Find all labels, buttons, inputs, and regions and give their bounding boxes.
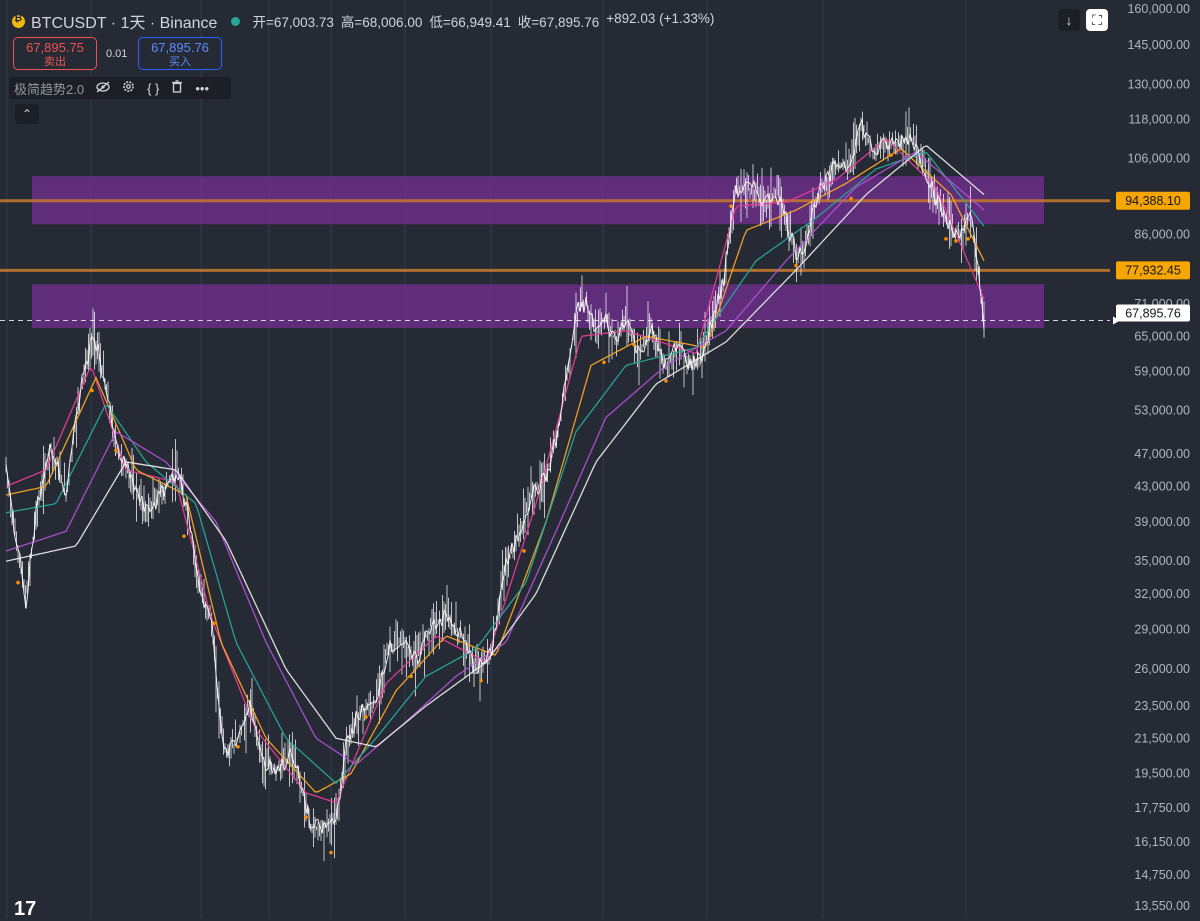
signal-dot xyxy=(966,237,970,241)
signal-dot xyxy=(304,815,308,820)
signal-dot xyxy=(409,674,413,679)
price-axis: 160,000.00 145,000.00 130,000.00 118,000.00… xyxy=(1127,2,1190,913)
signal-dot xyxy=(329,850,333,855)
y-tick-label: 23,500.00 xyxy=(1134,699,1190,713)
y-tick-label: 160,000.00 xyxy=(1127,2,1190,16)
ohlc-values: 开=67,003.73 高=68,006.00 低=66,949.41 收=67… xyxy=(252,11,714,31)
session-band xyxy=(602,0,604,918)
download-button[interactable]: ↓ xyxy=(1058,9,1080,31)
signal-dot xyxy=(849,196,853,201)
session-band xyxy=(404,0,406,918)
close-value: 收=67,895.76 xyxy=(517,15,600,30)
signal-dot xyxy=(954,239,958,243)
market-status-dot xyxy=(231,16,241,26)
y-tick-label: 65,000.00 xyxy=(1134,329,1190,343)
y-tick-label: 47,000.00 xyxy=(1134,447,1190,461)
zone-rect xyxy=(32,284,1044,328)
signal-dot xyxy=(729,204,733,208)
moving-average-line xyxy=(5,151,985,785)
signal-dot xyxy=(182,534,186,538)
moving-averages xyxy=(5,138,985,804)
bitcoin-icon xyxy=(12,13,25,28)
signal-dot xyxy=(114,448,118,453)
eye-off-icon[interactable] xyxy=(96,81,110,96)
sell-label: 卖出 xyxy=(44,56,66,68)
y-tick-label: 53,000.00 xyxy=(1134,403,1190,417)
y-tick-label: 29,000.00 xyxy=(1134,623,1190,637)
sell-button[interactable]: 67,895.75 卖出 xyxy=(13,37,97,70)
indicator-name[interactable]: 极简趋势2.0 xyxy=(14,79,84,98)
collapse-button[interactable]: ⌃ xyxy=(15,104,39,124)
level-price-text: 94,388.10 xyxy=(1125,194,1181,208)
session-band xyxy=(822,0,824,918)
session-band xyxy=(965,0,967,918)
gear-icon[interactable] xyxy=(122,80,135,96)
signal-dot xyxy=(90,388,94,393)
change-value: +892.03 (+1.33%) xyxy=(606,11,715,26)
signal-dot xyxy=(212,621,216,626)
open-value: 开=67,003.73 xyxy=(252,15,334,30)
buy-label: 买入 xyxy=(169,56,191,68)
session-band xyxy=(90,0,92,918)
y-tick-label: 39,000.00 xyxy=(1134,515,1190,529)
session-band xyxy=(200,0,202,918)
y-tick-label: 13,550.00 xyxy=(1134,899,1190,913)
moving-average-line xyxy=(5,145,985,748)
signal-dot xyxy=(364,715,368,719)
indicator-bar: 极简趋势2.0 { } ••• xyxy=(9,77,231,99)
current-price-text: 67,895.76 xyxy=(1125,306,1181,320)
session-band xyxy=(490,0,492,918)
moving-average-line xyxy=(5,148,985,793)
symbol-title[interactable]: BTCUSDT · 1天 · Binance xyxy=(31,9,217,33)
supply-demand-zones xyxy=(32,176,1044,328)
signal-dot xyxy=(522,549,526,553)
level-price-text: 77,932.45 xyxy=(1125,263,1181,277)
chart-header: BTCUSDT · 1天 · Binance 开=67,003.73 高=68,… xyxy=(12,10,714,32)
y-tick-label: 59,000.00 xyxy=(1134,364,1190,378)
signal-dot xyxy=(664,379,668,383)
signal-dot xyxy=(632,342,636,347)
signal-dot xyxy=(236,745,240,749)
braces-icon[interactable]: { } xyxy=(147,81,159,96)
y-tick-label: 14,750.00 xyxy=(1134,868,1190,882)
y-tick-label: 43,000.00 xyxy=(1134,479,1190,493)
signal-dot xyxy=(479,678,483,683)
y-tick-label: 19,500.00 xyxy=(1134,767,1190,781)
y-tick-label: 16,150.00 xyxy=(1134,835,1190,849)
signal-dot xyxy=(889,153,893,157)
y-tick-label: 86,000.00 xyxy=(1134,228,1190,242)
fullscreen-button[interactable]: ⛶ xyxy=(1086,9,1108,31)
y-tick-label: 106,000.00 xyxy=(1127,152,1190,166)
buy-button[interactable]: 67,895.76 买入 xyxy=(138,37,222,70)
sell-price: 67,895.75 xyxy=(26,40,84,55)
session-band xyxy=(268,0,270,918)
level-labels: 94,388.10 77,932.45 67,895.76 xyxy=(1113,191,1190,325)
signal-dot xyxy=(944,237,948,241)
signal-dot xyxy=(16,580,20,585)
session-highlights xyxy=(6,0,967,918)
more-icon[interactable]: ••• xyxy=(195,81,209,96)
y-tick-label: 35,000.00 xyxy=(1134,554,1190,568)
signal-dot xyxy=(794,263,798,268)
y-tick-label: 130,000.00 xyxy=(1127,77,1190,91)
trash-icon[interactable] xyxy=(171,80,183,96)
y-tick-label: 32,000.00 xyxy=(1134,587,1190,601)
moving-average-line xyxy=(5,151,985,765)
signal-dot xyxy=(602,360,606,365)
y-tick-label: 145,000.00 xyxy=(1127,38,1190,52)
y-tick-label: 118,000.00 xyxy=(1128,113,1190,127)
low-value: 低=66,949.41 xyxy=(429,15,511,30)
y-tick-label: 26,000.00 xyxy=(1134,662,1190,676)
spread-value: 0.01 xyxy=(106,48,128,60)
moving-average-line xyxy=(5,138,985,804)
session-band xyxy=(706,0,708,918)
session-band xyxy=(330,0,332,918)
buy-price: 67,895.76 xyxy=(151,40,209,55)
y-tick-label: 17,750.00 xyxy=(1134,801,1190,815)
high-value: 高=68,006.00 xyxy=(340,15,423,30)
y-tick-label: 21,500.00 xyxy=(1134,731,1190,745)
price-chart[interactable]: 160,000.00 145,000.00 130,000.00 118,000.00… xyxy=(0,0,1200,918)
